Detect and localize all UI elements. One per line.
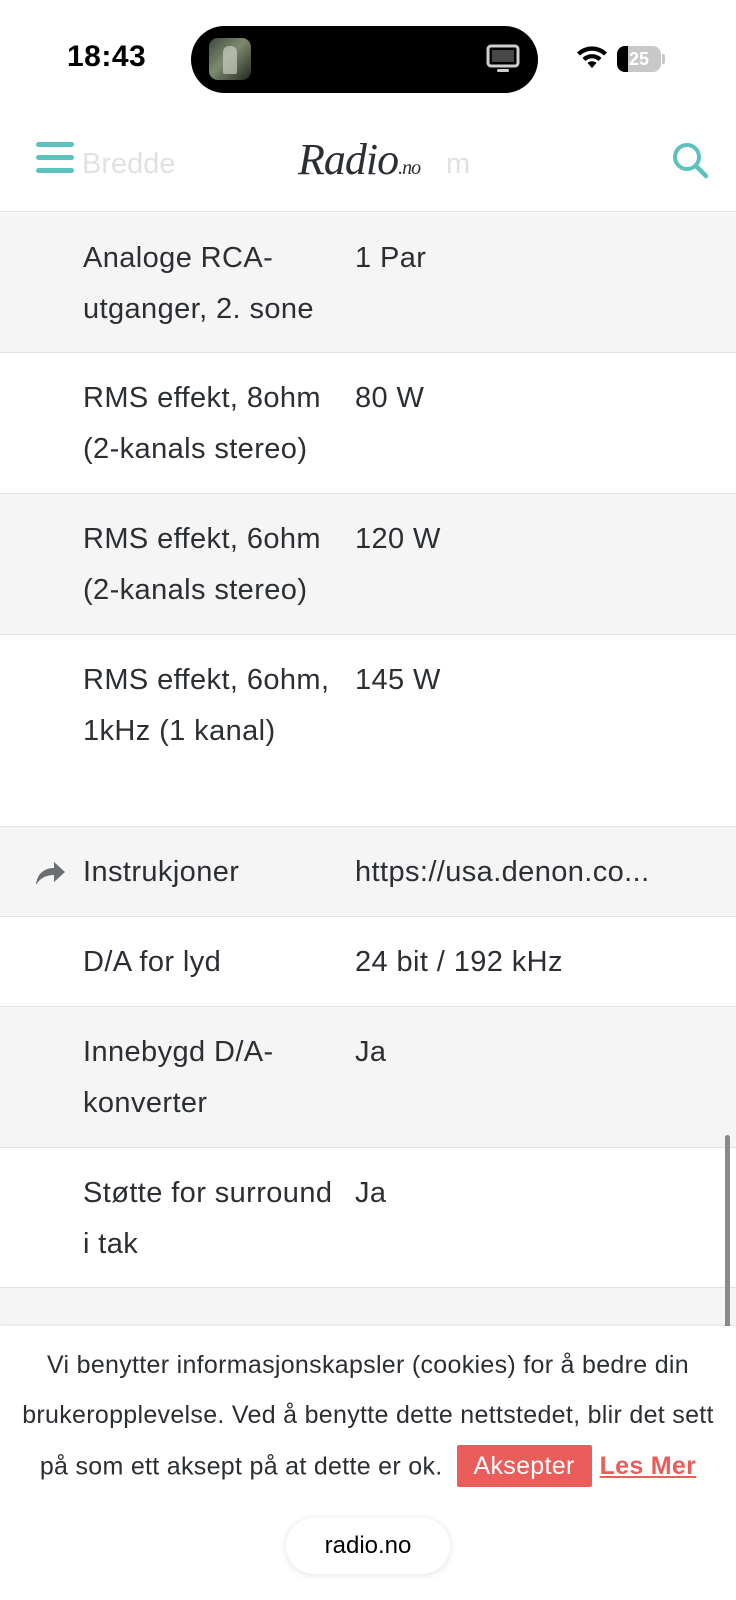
browser-url-pill[interactable]: radio.no [286,1518,450,1574]
status-time: 18:43 [67,40,147,73]
wifi-icon [577,46,607,68]
dynamic-island[interactable] [191,26,538,93]
spec-row: Innebygd D/A-konverter Ja [0,1007,736,1148]
spec-value: 1 Par [355,242,427,274]
spec-row: RMS effekt, 8ohm (2-kanals stereo) 80 W [0,353,736,494]
cookie-text-line: på som ett aksept på at dette er ok. [39,1452,443,1481]
spec-label: RMS effekt, 6ohm, 1kHz (1 kanal) [83,664,330,747]
spec-value: 80 W [355,382,425,414]
spec-row: D/A for lyd 24 bit / 192 kHz [0,917,736,1007]
battery-icon: 25 [617,46,665,72]
overlapped-heading-fragment-right: m [446,148,471,180]
overlapped-heading-fragment: Bredde [82,148,176,180]
spec-value: 24 bit / 192 kHz [355,946,563,978]
accept-cookies-button[interactable]: Aksepter [456,1445,592,1488]
spec-value: Ja [355,1036,387,1068]
battery-level: 25 [628,49,650,69]
cookie-text-line: Vi benytter informasjonskapsler (cookies… [47,1351,689,1379]
spec-label: D/A for lyd [83,946,222,978]
read-more-link[interactable]: Les Mer [600,1452,697,1480]
spec-row: RMS effekt, 6ohm (2-kanals stereo) 120 W [0,494,736,635]
spec-label: Støtte for surround i tak [83,1177,333,1260]
spec-row: Analoge RCA-utganger, 2. sone 1 Par [0,213,736,353]
spec-label: RMS effekt, 6ohm (2-kanals stereo) [83,523,321,606]
status-bar: 18:43 25 [0,0,736,118]
spec-label: Innebygd D/A-konverter [83,1036,274,1119]
logo-suffix: .no [398,157,421,179]
hamburger-menu-icon[interactable] [36,140,74,176]
spec-link-value[interactable]: https://usa.denon.co... [355,847,695,898]
screen-mirroring-icon [486,44,520,72]
spec-table: Analoge RCA-utganger, 2. sone 1 Par RMS … [0,213,736,1408]
spec-label: Analoge RCA-utganger, 2. sone [83,242,314,325]
search-icon[interactable] [670,140,710,180]
external-link-arrow-icon[interactable] [34,859,66,889]
spec-value: 120 W [355,523,441,555]
cookie-text: Vi benytter informasjonskapsler (cookies… [0,1340,736,1491]
spec-row: RMS effekt, 6ohm, 1kHz (1 kanal) 145 W [0,635,736,827]
site-header: Bredde m Radio.no [0,118,736,212]
cookie-text-line: brukeropplevelse. Ved å benytte dette ne… [22,1401,714,1429]
logo-main: Radio [298,135,399,184]
page-scrollbar[interactable] [725,1135,730,1350]
spec-value: 145 W [355,664,441,696]
spec-value: Ja [355,1177,387,1209]
site-logo[interactable]: Radio.no [298,134,421,185]
spec-label: Instrukjoner [83,856,240,888]
spec-row: Støtte for surround i tak Ja [0,1148,736,1288]
now-playing-thumbnail [209,38,251,80]
spec-label: RMS effekt, 8ohm (2-kanals stereo) [83,382,321,465]
spec-row-link[interactable]: Instrukjoner https://usa.denon.co... [0,827,736,917]
